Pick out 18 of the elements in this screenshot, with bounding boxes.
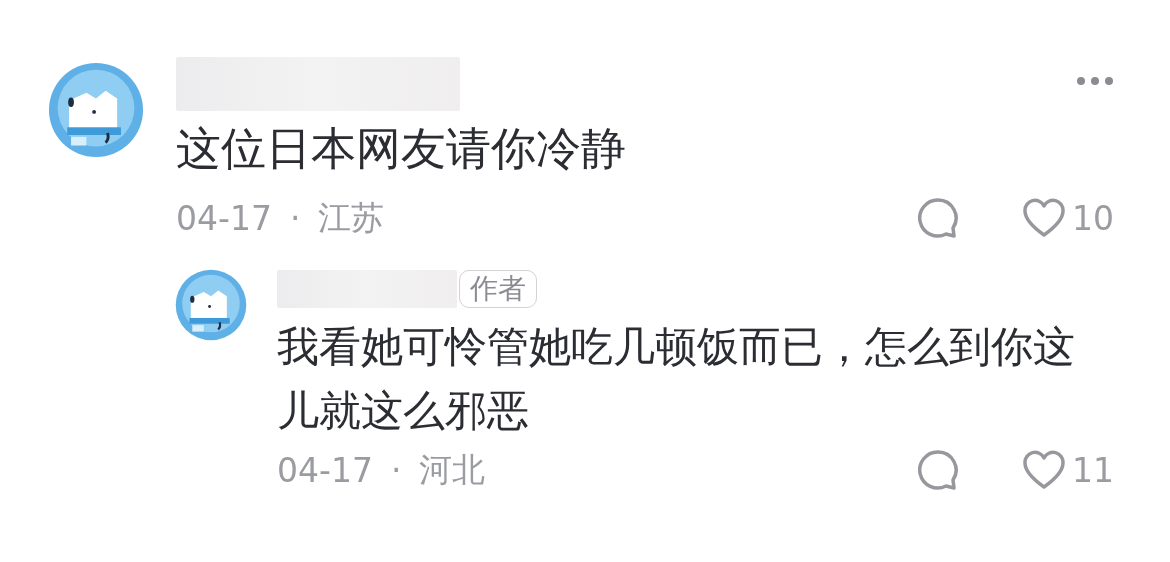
avatar-icon (175, 269, 247, 341)
separator-dot: · (289, 198, 301, 238)
heart-icon[interactable] (1022, 198, 1066, 238)
heart-icon[interactable] (1022, 450, 1066, 490)
comment-location: 河北 (419, 448, 486, 491)
like-count: 10 (1072, 198, 1114, 238)
comment-text: 这位日本网友请你冷静 (176, 121, 627, 177)
like-count: 11 (1072, 450, 1114, 490)
avatar-icon (48, 62, 144, 158)
more-icon[interactable] (1076, 76, 1114, 86)
comment-location: 江苏 (318, 196, 385, 239)
comment-date: 04-17 (277, 450, 373, 490)
comment-date: 04-17 (176, 198, 272, 238)
separator-dot: · (390, 450, 402, 490)
comment-icon[interactable] (916, 197, 960, 239)
comment-text: 我看她可怜管她吃几顿饭而已，怎么到你这儿就这么邪恶 (277, 321, 1076, 437)
author-badge: 作者 (459, 270, 537, 308)
comment-icon[interactable] (916, 449, 960, 491)
